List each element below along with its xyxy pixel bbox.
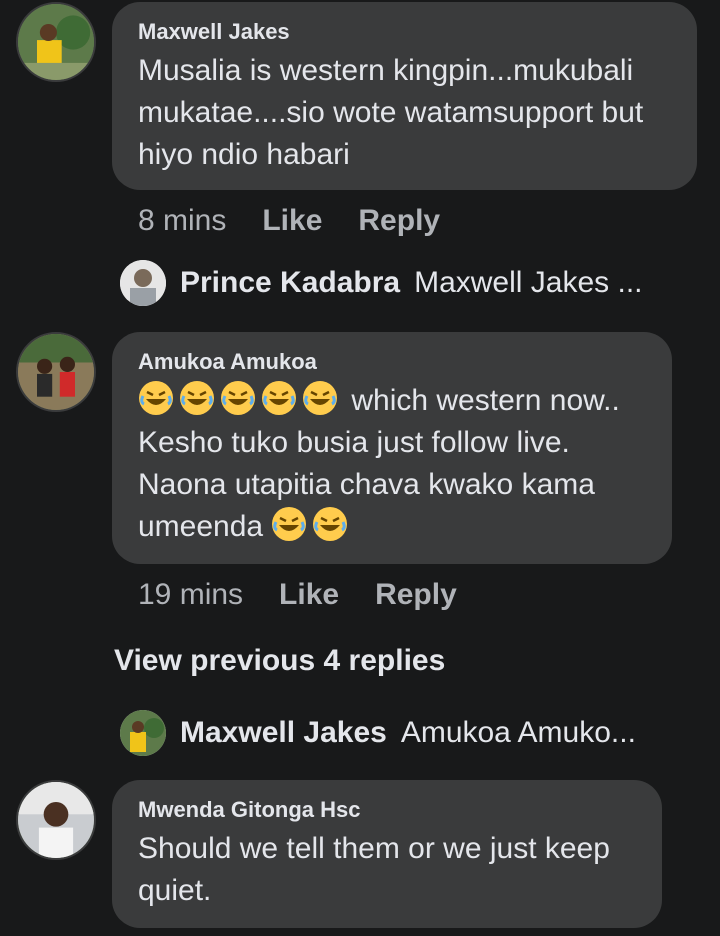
avatar bbox=[120, 710, 166, 756]
reply-preview[interactable]: Maxwell Jakes Amukoa Amuko... bbox=[120, 710, 636, 756]
avatar[interactable] bbox=[16, 332, 96, 412]
comment-text: Musalia is western kingpin...mukubali mu… bbox=[138, 54, 644, 171]
comment-bubble: Amukoa Amukoa which western now.. Kesho … bbox=[112, 332, 672, 564]
profile-photo-icon bbox=[120, 260, 166, 306]
laughing-emoji-icon bbox=[261, 381, 302, 417]
comment-time[interactable]: 8 mins bbox=[138, 204, 226, 238]
comment-meta: 19 mins Like Reply bbox=[138, 578, 457, 612]
reply-author[interactable]: Maxwell Jakes bbox=[180, 716, 387, 750]
profile-photo-icon bbox=[18, 4, 94, 80]
laughing-emoji-icon bbox=[220, 381, 261, 417]
laughing-emoji-icon bbox=[302, 381, 343, 417]
laughing-emoji-icon bbox=[138, 381, 179, 417]
like-button[interactable]: Like bbox=[262, 204, 322, 238]
reply-preview-text: Amukoa Amuko... bbox=[400, 716, 636, 749]
reply-button[interactable]: Reply bbox=[375, 578, 457, 612]
comment-author[interactable]: Amukoa Amukoa bbox=[138, 348, 646, 376]
laughing-emoji-icon bbox=[179, 381, 220, 417]
profile-photo-icon bbox=[18, 334, 94, 410]
comment-time[interactable]: 19 mins bbox=[138, 578, 243, 612]
profile-photo-icon bbox=[18, 782, 94, 858]
comment-meta: 8 mins Like Reply bbox=[138, 204, 440, 238]
laughing-emoji-icon bbox=[271, 507, 312, 543]
comment-text: Should we tell them or we just keep quie… bbox=[138, 832, 610, 907]
comment-bubble: Mwenda Gitonga Hsc Should we tell them o… bbox=[112, 780, 662, 928]
avatar bbox=[120, 260, 166, 306]
reply-preview[interactable]: Prince Kadabra Maxwell Jakes ... bbox=[120, 260, 643, 306]
comment-text-line: which western now.. bbox=[351, 384, 620, 417]
view-previous-replies-link[interactable]: View previous 4 replies bbox=[114, 644, 445, 678]
avatar[interactable] bbox=[16, 780, 96, 860]
reply-author[interactable]: Prince Kadabra bbox=[180, 266, 400, 300]
comment-author[interactable]: Mwenda Gitonga Hsc bbox=[138, 796, 636, 824]
laughing-emoji-icon bbox=[312, 507, 353, 543]
comment-bubble: Maxwell Jakes Musalia is western kingpin… bbox=[112, 2, 697, 190]
avatar[interactable] bbox=[16, 2, 96, 82]
comment-text: which western now.. Kesho tuko busia jus… bbox=[138, 380, 646, 548]
reply-button[interactable]: Reply bbox=[358, 204, 440, 238]
profile-photo-icon bbox=[120, 710, 166, 756]
reply-preview-text: Maxwell Jakes ... bbox=[414, 266, 643, 299]
comment-text-rest: Kesho tuko busia just follow live. Naona… bbox=[138, 426, 595, 543]
comment-author[interactable]: Maxwell Jakes bbox=[138, 18, 671, 46]
like-button[interactable]: Like bbox=[279, 578, 339, 612]
